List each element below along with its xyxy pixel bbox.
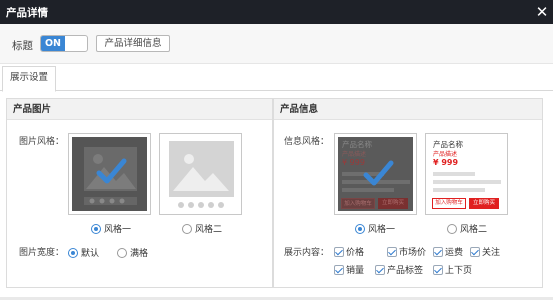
product-image-header: 产品图片: [7, 99, 272, 120]
toggle-on-label: ON: [41, 36, 65, 51]
info-style-1-label: 风格一: [368, 225, 396, 235]
image-style-1-radio[interactable]: 风格一: [91, 222, 131, 235]
product-image-panel: 产品图片 图片风格： 风格一 风格二 图片宽度： 默认 满格: [6, 98, 273, 288]
radio-unselected-icon: [182, 224, 192, 234]
info-style-2-label: 风格二: [460, 225, 488, 235]
checkbox-prev-next-label: 上下页: [445, 266, 473, 276]
title-toggle[interactable]: ON: [40, 35, 88, 52]
image-width-full-label: 满格: [130, 249, 149, 259]
checkbox-market-price-label: 市场价: [399, 248, 427, 258]
product-detail-button[interactable]: 产品详细信息: [96, 35, 170, 52]
radio-selected-icon: [68, 248, 78, 258]
checkbox-checked-icon: [470, 247, 480, 257]
info-style-2-thumbnail[interactable]: 产品名称 产品描述 ¥ 999 加入购物车 立即购买: [425, 133, 508, 215]
checkbox-checked-icon: [375, 265, 385, 275]
image-width-full-radio[interactable]: 满格: [117, 246, 148, 259]
info-style-label: 信息风格：: [284, 137, 330, 147]
display-content-label: 展示内容：: [284, 248, 330, 258]
checkbox-market-price[interactable]: 市场价: [387, 245, 426, 258]
image-width-default-radio[interactable]: 默认: [68, 246, 99, 259]
preview-line: [433, 180, 501, 184]
image-style-2-thumbnail[interactable]: [159, 133, 242, 215]
info-style-2-preview: 产品名称 产品描述 ¥ 999 加入购物车 立即购买: [429, 137, 504, 211]
checkbox-checked-icon: [433, 247, 443, 257]
image-style-1-label: 风格一: [104, 225, 132, 235]
checkmark-icon: [363, 160, 394, 186]
checkbox-shipping[interactable]: 运费: [433, 245, 463, 258]
radio-selected-icon: [355, 224, 365, 234]
preview-price: ¥ 999: [433, 158, 459, 167]
preview-line: [433, 188, 485, 192]
tab-strip: 展示设置: [0, 64, 553, 92]
radio-unselected-icon: [447, 224, 457, 234]
image-style-1-preview: [72, 137, 147, 211]
image-style-2-radio[interactable]: 风格二: [182, 222, 222, 235]
title-toolbar: 标题 ON 产品详细信息: [0, 24, 553, 64]
checkbox-checked-icon: [334, 265, 344, 275]
radio-unselected-icon: [117, 248, 127, 258]
checkbox-prev-next[interactable]: 上下页: [433, 263, 472, 276]
image-style-2-preview: [163, 137, 238, 211]
image-style-label: 图片风格：: [19, 137, 65, 147]
checkbox-checked-icon: [433, 265, 443, 275]
product-info-header: 产品信息: [274, 99, 542, 120]
preview-buy-button: 立即购买: [469, 198, 499, 209]
checkbox-sales[interactable]: 销量: [334, 263, 364, 276]
info-style-1-thumbnail[interactable]: 产品名称 产品描述 ¥ 999 加入购物车 立即购买: [334, 133, 417, 215]
image-style-1-thumbnail[interactable]: [68, 133, 151, 215]
info-style-1-preview: 产品名称 产品描述 ¥ 999 加入购物车 立即购买: [338, 137, 413, 211]
close-icon[interactable]: ✕: [531, 0, 553, 24]
checkbox-product-tags-label: 产品标签: [387, 266, 424, 276]
image-width-default-label: 默认: [81, 249, 100, 259]
checkbox-checked-icon: [387, 247, 397, 257]
preview-line: [433, 172, 475, 176]
title-label: 标题: [12, 40, 33, 52]
checkbox-product-tags[interactable]: 产品标签: [375, 263, 423, 276]
checkbox-follow-label: 关注: [482, 248, 501, 258]
checkbox-follow[interactable]: 关注: [470, 245, 500, 258]
preview-cart-button: 加入购物车: [432, 198, 466, 209]
tab-display-settings[interactable]: 展示设置: [2, 66, 56, 92]
checkbox-price-label: 价格: [346, 248, 365, 258]
radio-selected-icon: [91, 224, 101, 234]
checkbox-price[interactable]: 价格: [334, 245, 364, 258]
preview-desc: 产品描述: [433, 151, 458, 158]
info-style-2-radio[interactable]: 风格二: [447, 222, 487, 235]
checkbox-sales-label: 销量: [346, 266, 365, 276]
dialog-titlebar: 产品详情 ✕: [0, 0, 553, 24]
checkbox-checked-icon: [334, 247, 344, 257]
image-style-2-label: 风格二: [195, 225, 223, 235]
product-info-panel: 产品信息 信息风格： 产品名称 产品描述 ¥ 999 加入购物车 立即购买 风格…: [273, 98, 543, 288]
image-placeholder-icon: [169, 141, 234, 208]
image-placeholder-icon: [84, 147, 137, 205]
dialog-title: 产品详情: [6, 7, 48, 19]
image-width-label: 图片宽度：: [19, 248, 65, 258]
checkbox-shipping-label: 运费: [445, 248, 464, 258]
info-style-1-radio[interactable]: 风格一: [355, 222, 395, 235]
